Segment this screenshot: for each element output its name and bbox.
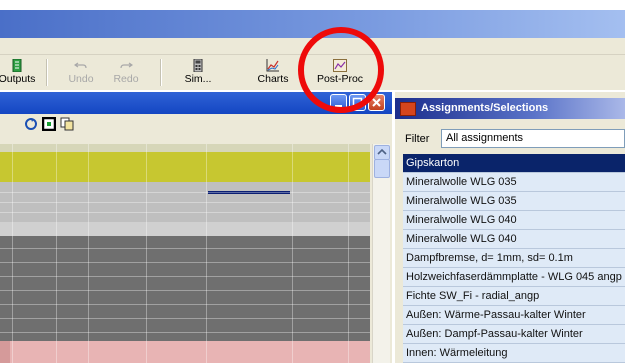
maximize-button[interactable] [349,94,366,111]
charts-button[interactable]: Charts [254,55,292,89]
grid-line [56,144,57,363]
copy-icon[interactable] [60,117,74,131]
chevron-up-icon [377,148,387,155]
close-button[interactable] [368,94,385,111]
list-item[interactable]: Dampfbremse, d= 1mm, sd= 0.1m [403,249,625,268]
list-item[interactable]: Mineralwolle WLG 035 [403,192,625,211]
grid-line [292,144,293,363]
filter-row: Filter All assignments [395,126,625,150]
construction-grid[interactable] [0,144,370,363]
scroll-thumb[interactable] [374,159,390,178]
menu-bar [0,38,625,55]
grid-line [12,144,13,363]
grid-line [0,332,370,333]
app-title-bar [0,10,625,38]
model-window [0,92,392,363]
vertical-scrollbar[interactable] [372,144,390,363]
undo-button[interactable]: Undo [64,55,98,89]
list-item[interactable]: Holzweichfaserdämmplatte - WLG 045 angp [403,268,625,287]
refresh-icon[interactable] [24,117,38,131]
grid-line [0,304,370,305]
grid-line [0,276,370,277]
grid-line [0,202,370,203]
list-item[interactable]: Mineralwolle WLG 040 [403,230,625,249]
toolbar-separator [46,59,48,86]
grid-line [146,144,147,363]
list-item[interactable]: Mineralwolle WLG 040 [403,211,625,230]
grid-line [0,318,370,319]
list-item[interactable]: Außen: Wärme-Passau-kalter Winter [403,306,625,325]
grid-line [0,290,370,291]
main-toolbar: Outputs Undo Redo Sim... Charts Post-Pro… [0,55,625,90]
filter-dropdown[interactable]: All assignments [441,129,625,148]
list-item[interactable]: Außen: Dampf-Passau-kalter Winter [403,325,625,344]
list-item[interactable]: Fichte SW_Fi - radial_angp [403,287,625,306]
grid-line [0,192,370,193]
assignments-title: Assignments/Selections [421,102,549,114]
outputs-button[interactable]: Outputs [0,55,42,89]
redo-button[interactable]: Redo [108,55,144,89]
minimize-icon [335,105,342,107]
undo-icon [74,62,87,69]
grid-line [88,144,89,363]
assignments-panel: Assignments/Selections Filter All assign… [395,92,625,363]
toolbar-separator [160,59,162,86]
model-window-title-bar [0,92,392,114]
assignments-list: Gipskarton Mineralwolle WLG 035 Mineralwol… [403,154,625,363]
calculator-icon [193,59,203,72]
sim-button[interactable]: Sim... [180,55,216,89]
grid-line [206,144,207,363]
panel-icon [400,102,416,116]
filter-label: Filter [405,133,430,145]
minimize-button[interactable] [330,94,347,111]
maximize-icon [352,97,363,108]
grid-line [0,262,370,263]
close-icon [372,98,381,107]
list-item[interactable]: Mineralwolle WLG 035 [403,173,625,192]
grid-line [0,212,370,213]
post-proc-button[interactable]: Post-Proc [314,55,366,89]
redo-icon [120,62,133,69]
grid-line [0,248,370,249]
outputs-icon [12,59,22,72]
list-item[interactable]: Gipskarton [403,154,625,173]
chart-icon [266,59,279,72]
grid-line [348,144,349,363]
list-item[interactable]: Innen: Wärmeleitung [403,344,625,363]
grid-band [0,341,10,363]
model-window-toolbar [0,114,392,136]
scroll-up-button[interactable] [374,145,390,160]
select-frame-icon[interactable] [42,117,56,131]
assignments-title-bar: Assignments/Selections [395,98,625,119]
post-proc-icon [333,59,347,72]
